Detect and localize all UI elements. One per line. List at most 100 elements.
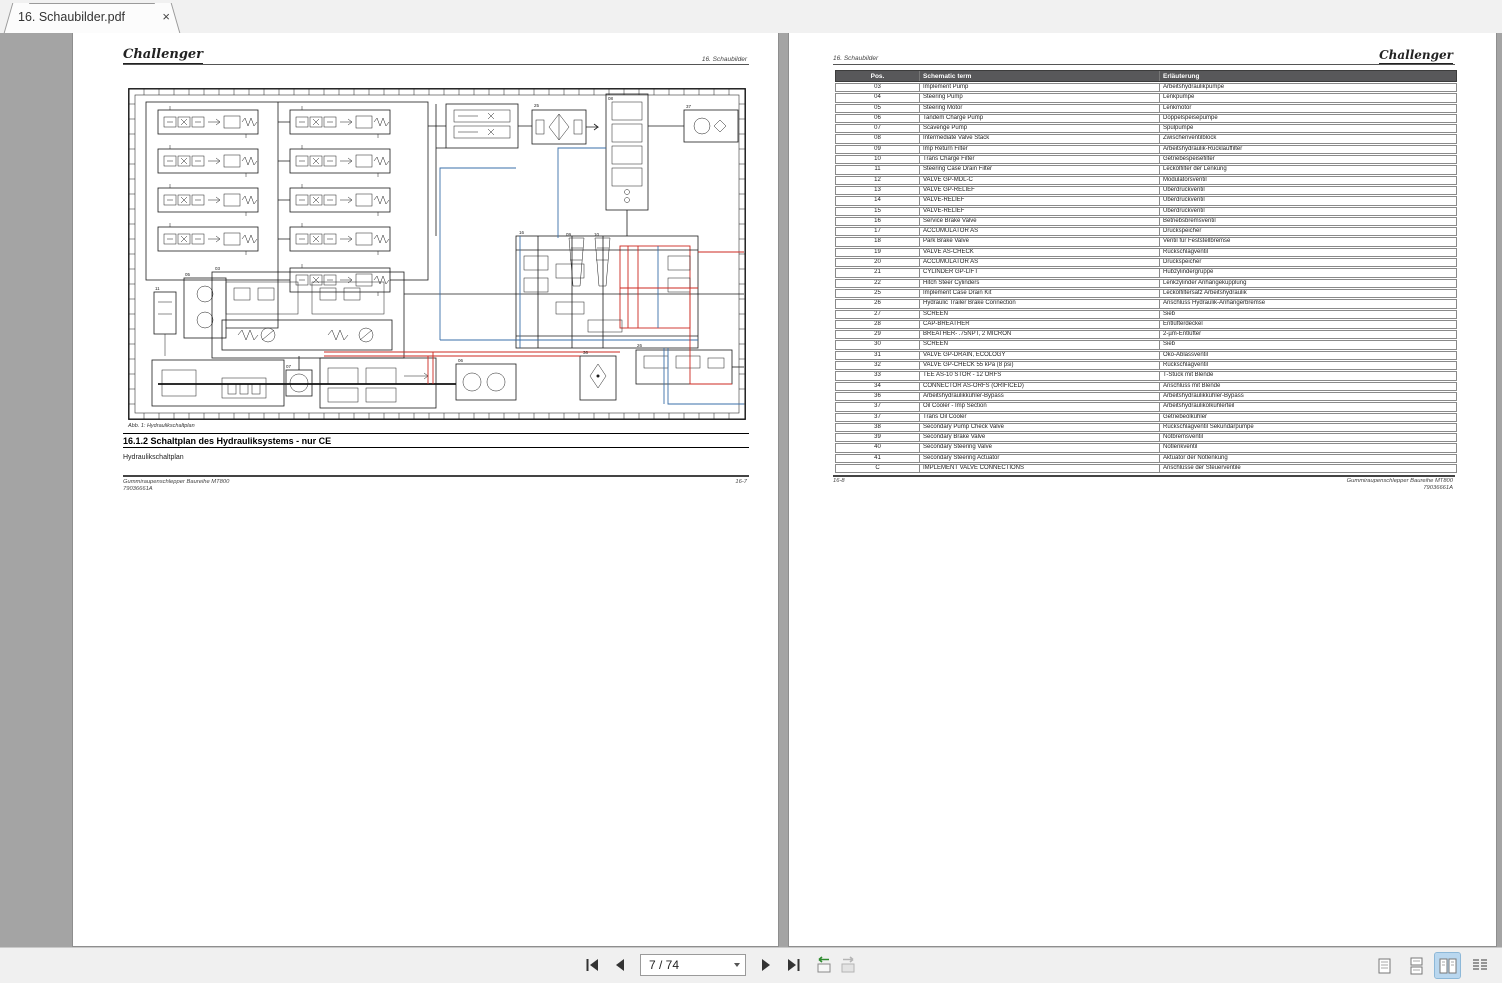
previous-page-button[interactable] — [608, 952, 632, 978]
table-row: 13VALVE GP-RELIEFÜberdruckventil — [835, 186, 1457, 195]
heading-rule-bottom — [123, 447, 749, 448]
svg-text:08: 08 — [608, 96, 614, 101]
explanation-cell: Aktuator der Notlenkung — [1160, 455, 1456, 462]
explanation-cell: Arbeitshydraulikpumpe — [1160, 84, 1456, 91]
term-cell: ACCUMULATOR AS — [920, 228, 1160, 235]
pos-cell: 11 — [836, 166, 920, 173]
table-row: 29BREATHER- .75NPT, 2 MICRON2-µm-Entlüft… — [835, 330, 1457, 339]
viewer-status-bar: 7 / 74 — [0, 947, 1502, 983]
last-page-button[interactable] — [782, 952, 806, 978]
footer-model-info: Gummiraupenschlepper Baureihe MT800 7903… — [123, 479, 229, 493]
term-cell: Steering Pump — [920, 94, 1160, 101]
two-page-view-icon — [1437, 956, 1459, 976]
pos-cell: 34 — [836, 383, 920, 390]
pos-cell: 20 — [836, 259, 920, 266]
previous-view-button[interactable] — [810, 952, 834, 978]
table-row: 19VALVE AS-CHECKRückschlagventil — [835, 248, 1457, 257]
page-dropdown-caret-icon[interactable] — [729, 955, 745, 975]
term-cell: CYLINDER GP-LIFT — [920, 269, 1160, 276]
pos-cell: 17 — [836, 228, 920, 235]
two-page-continuous-view-button[interactable] — [1467, 953, 1492, 978]
term-cell: Park Brake Valve — [920, 238, 1160, 245]
tab-bar: 16. Schaubilder.pdf × — [0, 0, 1502, 33]
table-row: 30SCREENSieb — [835, 340, 1457, 349]
explanation-cell: Rückschlagventil Sekundärpumpe — [1160, 424, 1456, 431]
term-cell: VALVE GP-CHECK 55 kPa (8 psi) — [920, 362, 1160, 369]
table-row: 41Secondary Steering ActuatorAktuator de… — [835, 454, 1457, 463]
table-row: 06Tandem Charge PumpDoppelspeisepumpe — [835, 114, 1457, 123]
svg-text:37: 37 — [686, 104, 692, 109]
explanation-cell: Sieb — [1160, 341, 1456, 348]
explanation-cell: Getriebeölkühler — [1160, 414, 1456, 421]
pos-cell: C — [836, 465, 920, 472]
footer-page-number: 16-7 — [735, 479, 747, 486]
term-cell: Steering Motor — [920, 105, 1160, 112]
first-page-icon — [583, 956, 601, 974]
table-row: 10Trans Charge FilterGetriebespeisefilte… — [835, 155, 1457, 164]
table-row: 07Scavenge PumpSpülpumpe — [835, 124, 1457, 133]
table-row: 34CONNECTOR AS-ORFS (ORIFICED)Anschluss … — [835, 382, 1457, 391]
tab-title: 16. Schaubilder.pdf — [18, 10, 125, 24]
first-page-button[interactable] — [580, 952, 604, 978]
svg-text:06: 06 — [458, 358, 464, 363]
explanation-cell: Notbremsventil — [1160, 434, 1456, 441]
table-row: 15VALVE-RELIEFÜberdruckventil — [835, 207, 1457, 216]
svg-text:07: 07 — [286, 364, 292, 369]
pos-cell: 28 — [836, 321, 920, 328]
page-number-combobox[interactable]: 7 / 74 — [640, 954, 746, 976]
footer-model-line: Gummiraupenschlepper Baureihe MT800 — [1347, 478, 1453, 485]
pos-cell: 12 — [836, 177, 920, 184]
tab-schaubilder[interactable]: 16. Schaubilder.pdf × — [16, 3, 168, 33]
term-cell: Implement Case Drain Kit — [920, 290, 1160, 297]
pos-cell: 27 — [836, 311, 920, 318]
page-indicator: 7 / 74 — [641, 958, 729, 972]
table-row: 22Hitch Steer CylindersLenkzylinder Anhä… — [835, 279, 1457, 288]
pos-cell: 38 — [836, 424, 920, 431]
explanation-cell: Arbeitshydraulikkühler-Bypass — [1160, 393, 1456, 400]
pdf-page-right: 16. Schaubilder Challenger Pos.Schematic… — [788, 33, 1497, 947]
term-cell: Oil Cooler - Imp Section — [920, 403, 1160, 410]
table-row: 38Secondary Pump Check ValveRückschlagve… — [835, 423, 1457, 432]
pos-cell: 19 — [836, 249, 920, 256]
explanation-cell: Lenkpumpe — [1160, 94, 1456, 101]
term-cell: VALVE-RELIEF — [920, 208, 1160, 215]
svg-text:03: 03 — [215, 266, 221, 271]
table-body: 03Implement PumpArbeitshydraulikpumpe04S… — [835, 83, 1457, 473]
table-row: 37Trans Oil CoolerGetriebeölkühler — [835, 413, 1457, 422]
term-cell: Hydraulic Trailer Brake Connection — [920, 300, 1160, 307]
tab-close-icon[interactable]: × — [162, 9, 170, 25]
footer-page-number: 16-8 — [833, 478, 845, 485]
table-row: 18Park Brake ValveVentil für Feststellbr… — [835, 237, 1457, 246]
term-cell: Secondary Brake Valve — [920, 434, 1160, 441]
next-view-button[interactable] — [838, 952, 862, 978]
term-cell: Trans Charge Filter — [920, 156, 1160, 163]
table-row: 27SCREENSieb — [835, 310, 1457, 319]
previous-page-icon — [611, 956, 629, 974]
pos-cell: 15 — [836, 208, 920, 215]
table-row: 08Intermediate Valve StackZwischenventil… — [835, 134, 1457, 143]
pos-cell: 26 — [836, 300, 920, 307]
explanation-cell: 2-µm-Entlüfter — [1160, 331, 1456, 338]
two-page-view-button[interactable] — [1435, 953, 1460, 978]
table-header-cell: Pos. — [836, 71, 920, 81]
table-row: 17ACCUMULATOR ASDruckspeicher — [835, 227, 1457, 236]
term-cell: SCREEN — [920, 341, 1160, 348]
single-page-view-button[interactable] — [1371, 953, 1396, 978]
pos-cell: 40 — [836, 444, 920, 451]
page-layout-controls — [1371, 953, 1492, 978]
table-header-cell: Schematic term — [920, 71, 1160, 81]
next-page-button[interactable] — [754, 952, 778, 978]
table-row: 32VALVE GP-CHECK 55 kPa (8 psi)Rückschla… — [835, 361, 1457, 370]
term-cell: CAP-BREATHER — [920, 321, 1160, 328]
continuous-view-button[interactable] — [1403, 953, 1428, 978]
footer-rule — [833, 475, 1455, 477]
explanation-cell: Zwischenventilblock — [1160, 135, 1456, 142]
table-row: 31VALVE GP-DRAIN, ECOLOGYÖko-Ablassventi… — [835, 351, 1457, 360]
explanation-cell: Lenkmotor — [1160, 105, 1456, 112]
term-cell: Tandem Charge Pump — [920, 115, 1160, 122]
body-text: Hydraulikschaltplan — [123, 454, 184, 461]
term-cell: VALVE GP-RELIEF — [920, 187, 1160, 194]
term-cell: VALVE GP-MDL-C — [920, 177, 1160, 184]
header-rule — [833, 64, 1455, 65]
pos-cell: 05 — [836, 105, 920, 112]
